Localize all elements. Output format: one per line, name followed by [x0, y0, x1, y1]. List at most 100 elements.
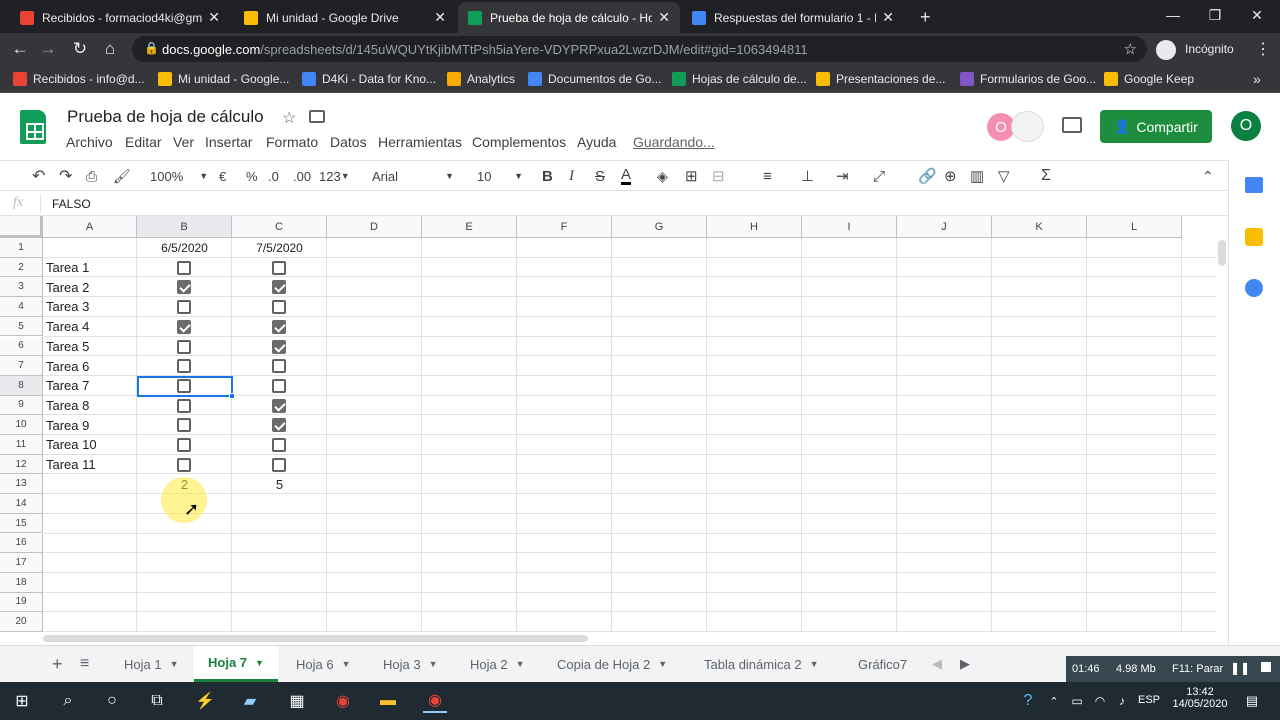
- menu-formato[interactable]: Formato: [266, 134, 318, 150]
- volume-icon[interactable]: ♪: [1110, 689, 1134, 713]
- strikethrough-button[interactable]: S: [595, 167, 605, 185]
- file-explorer-icon[interactable]: ▬: [376, 689, 400, 713]
- menu-datos[interactable]: Datos: [330, 134, 367, 150]
- search-icon[interactable]: ⌕: [56, 689, 80, 713]
- zoom-select[interactable]: 100% ▼: [150, 167, 208, 185]
- bookmark-item[interactable]: Recibidos - info@d...: [13, 70, 145, 88]
- task-label[interactable]: Tarea 10: [43, 435, 137, 455]
- task-label[interactable]: Tarea 1: [43, 258, 137, 278]
- sheet-tab[interactable]: Gráfico7: [844, 646, 914, 682]
- browser-tab-drive[interactable]: Mi unidad - Google Drive ✕: [234, 2, 456, 33]
- bookmark-item[interactable]: Hojas de cálculo de...: [672, 70, 807, 88]
- checkbox-c11[interactable]: [272, 438, 286, 452]
- checkbox-b6[interactable]: [177, 339, 191, 354]
- close-tab-icon[interactable]: ✕: [208, 9, 220, 26]
- close-window-icon[interactable]: ✕: [1234, 0, 1280, 30]
- checkbox-c9[interactable]: [272, 398, 286, 413]
- horizontal-align-icon[interactable]: ≡: [763, 167, 772, 185]
- task-label[interactable]: Tarea 6: [43, 356, 137, 376]
- row-header-3[interactable]: 3: [0, 277, 43, 298]
- row-header-8[interactable]: 8: [0, 375, 43, 396]
- sheet-tab[interactable]: Tabla dinámica 2 ▼: [690, 646, 832, 682]
- fill-color-icon[interactable]: ◈: [657, 167, 668, 185]
- menu-archivo[interactable]: Archivo: [66, 134, 113, 150]
- row-header-18[interactable]: 18: [0, 572, 43, 593]
- undo-icon[interactable]: ↶: [32, 167, 45, 185]
- calculator-icon[interactable]: ▦: [285, 689, 309, 713]
- bookmark-item[interactable]: Google Keep: [1104, 70, 1194, 88]
- vertical-align-icon[interactable]: ⊥: [801, 167, 814, 185]
- battery-icon[interactable]: ▭: [1065, 689, 1089, 713]
- minimize-icon[interactable]: —: [1150, 0, 1196, 30]
- chrome-incognito-icon[interactable]: ◉: [423, 689, 447, 713]
- column-header-j[interactable]: J: [897, 216, 992, 238]
- move-folder-icon[interactable]: [309, 110, 325, 123]
- calendar-icon[interactable]: [1245, 177, 1263, 193]
- chrome-icon[interactable]: ◉: [331, 689, 355, 713]
- column-header-a[interactable]: A: [43, 216, 137, 238]
- browser-tab-gmail[interactable]: Recibidos - formaciod4ki@gmail ✕: [10, 2, 230, 33]
- column-header-i[interactable]: I: [802, 216, 897, 238]
- forward-icon[interactable]: →: [37, 38, 59, 60]
- task-view-icon[interactable]: ⧉: [145, 689, 169, 713]
- bookmark-item[interactable]: Formularios de Goo...: [960, 70, 1096, 88]
- checkbox-b9[interactable]: [177, 398, 191, 413]
- bookmark-item[interactable]: Mi unidad - Google...: [158, 70, 289, 88]
- cortana-icon[interactable]: ○: [100, 689, 124, 713]
- maximize-icon[interactable]: ❐: [1192, 0, 1238, 30]
- close-tab-icon[interactable]: ✕: [434, 9, 446, 26]
- browser-tab-sheets[interactable]: Prueba de hoja de cálculo - Hoja ✕: [458, 2, 680, 33]
- column-header-b[interactable]: B: [137, 216, 232, 238]
- task-label[interactable]: Tarea 3: [43, 297, 137, 317]
- close-tab-icon[interactable]: ✕: [658, 9, 670, 26]
- document-title[interactable]: Prueba de hoja de cálculo: [67, 107, 264, 127]
- checkbox-c12[interactable]: [272, 457, 286, 472]
- print-icon[interactable]: ⎙: [86, 167, 97, 185]
- checkbox-b10[interactable]: [177, 418, 191, 433]
- checkbox-b12[interactable]: [177, 457, 191, 472]
- borders-icon[interactable]: ⊞: [685, 167, 698, 185]
- sheets-logo-icon[interactable]: [20, 110, 46, 144]
- row-header-4[interactable]: 4: [0, 297, 43, 317]
- checkbox-c3[interactable]: [272, 280, 286, 295]
- decrease-decimals-button[interactable]: .0: [268, 167, 279, 185]
- collaborators-icon[interactable]: [1011, 111, 1044, 142]
- cell-c13-count[interactable]: 5: [232, 474, 327, 494]
- font-size-select[interactable]: 10 ▼: [477, 167, 523, 185]
- sheet-tab[interactable]: Hoja 2 ▼: [456, 646, 539, 682]
- cell-c1-date[interactable]: 7/5/2020: [232, 238, 327, 258]
- task-label[interactable]: Tarea 7: [43, 376, 137, 396]
- notifications-icon[interactable]: ▤: [1240, 689, 1264, 713]
- row-header-9[interactable]: 9: [0, 395, 43, 416]
- checkbox-c7[interactable]: [272, 359, 286, 374]
- paint-format-icon[interactable]: 🖌: [113, 167, 131, 185]
- merge-cells-icon[interactable]: ⊟: [712, 167, 725, 185]
- row-header-17[interactable]: 17: [0, 553, 43, 573]
- row-header-5[interactable]: 5: [0, 316, 43, 337]
- more-icon[interactable]: ⋮: [1255, 39, 1271, 59]
- row-header-2[interactable]: 2: [0, 257, 43, 278]
- task-label[interactable]: Tarea 9: [43, 415, 137, 435]
- row-header-7[interactable]: 7: [0, 356, 43, 376]
- menu-herramientas[interactable]: Herramientas: [378, 134, 462, 150]
- insert-chart-icon[interactable]: ▥: [970, 167, 984, 185]
- task-label[interactable]: Tarea 5: [43, 337, 137, 357]
- all-sheets-icon[interactable]: ≡: [66, 646, 103, 682]
- insert-link-icon[interactable]: 🔗: [918, 167, 937, 185]
- task-label[interactable]: Tarea 2: [43, 277, 137, 297]
- scroll-tabs-right-icon[interactable]: ▶: [946, 646, 984, 682]
- save-status[interactable]: Guardando...: [633, 134, 715, 150]
- insert-comment-icon[interactable]: ⊕: [944, 167, 957, 185]
- sheet-tab[interactable]: Hoja 6 ▼: [282, 646, 365, 682]
- increase-decimals-button[interactable]: .00: [293, 167, 311, 185]
- star-icon[interactable]: ☆: [1124, 40, 1137, 58]
- task-label[interactable]: Tarea 4: [43, 317, 137, 337]
- more-formats-select[interactable]: 123 ▼: [319, 167, 350, 185]
- checkbox-b3[interactable]: [177, 280, 191, 295]
- language-indicator[interactable]: ESP: [1138, 694, 1160, 706]
- percent-format-button[interactable]: %: [246, 167, 258, 185]
- comments-icon[interactable]: [1062, 117, 1082, 133]
- row-header-12[interactable]: 12: [0, 454, 43, 475]
- share-button[interactable]: 👤 Compartir: [1100, 110, 1212, 143]
- checkbox-c6[interactable]: [272, 339, 286, 354]
